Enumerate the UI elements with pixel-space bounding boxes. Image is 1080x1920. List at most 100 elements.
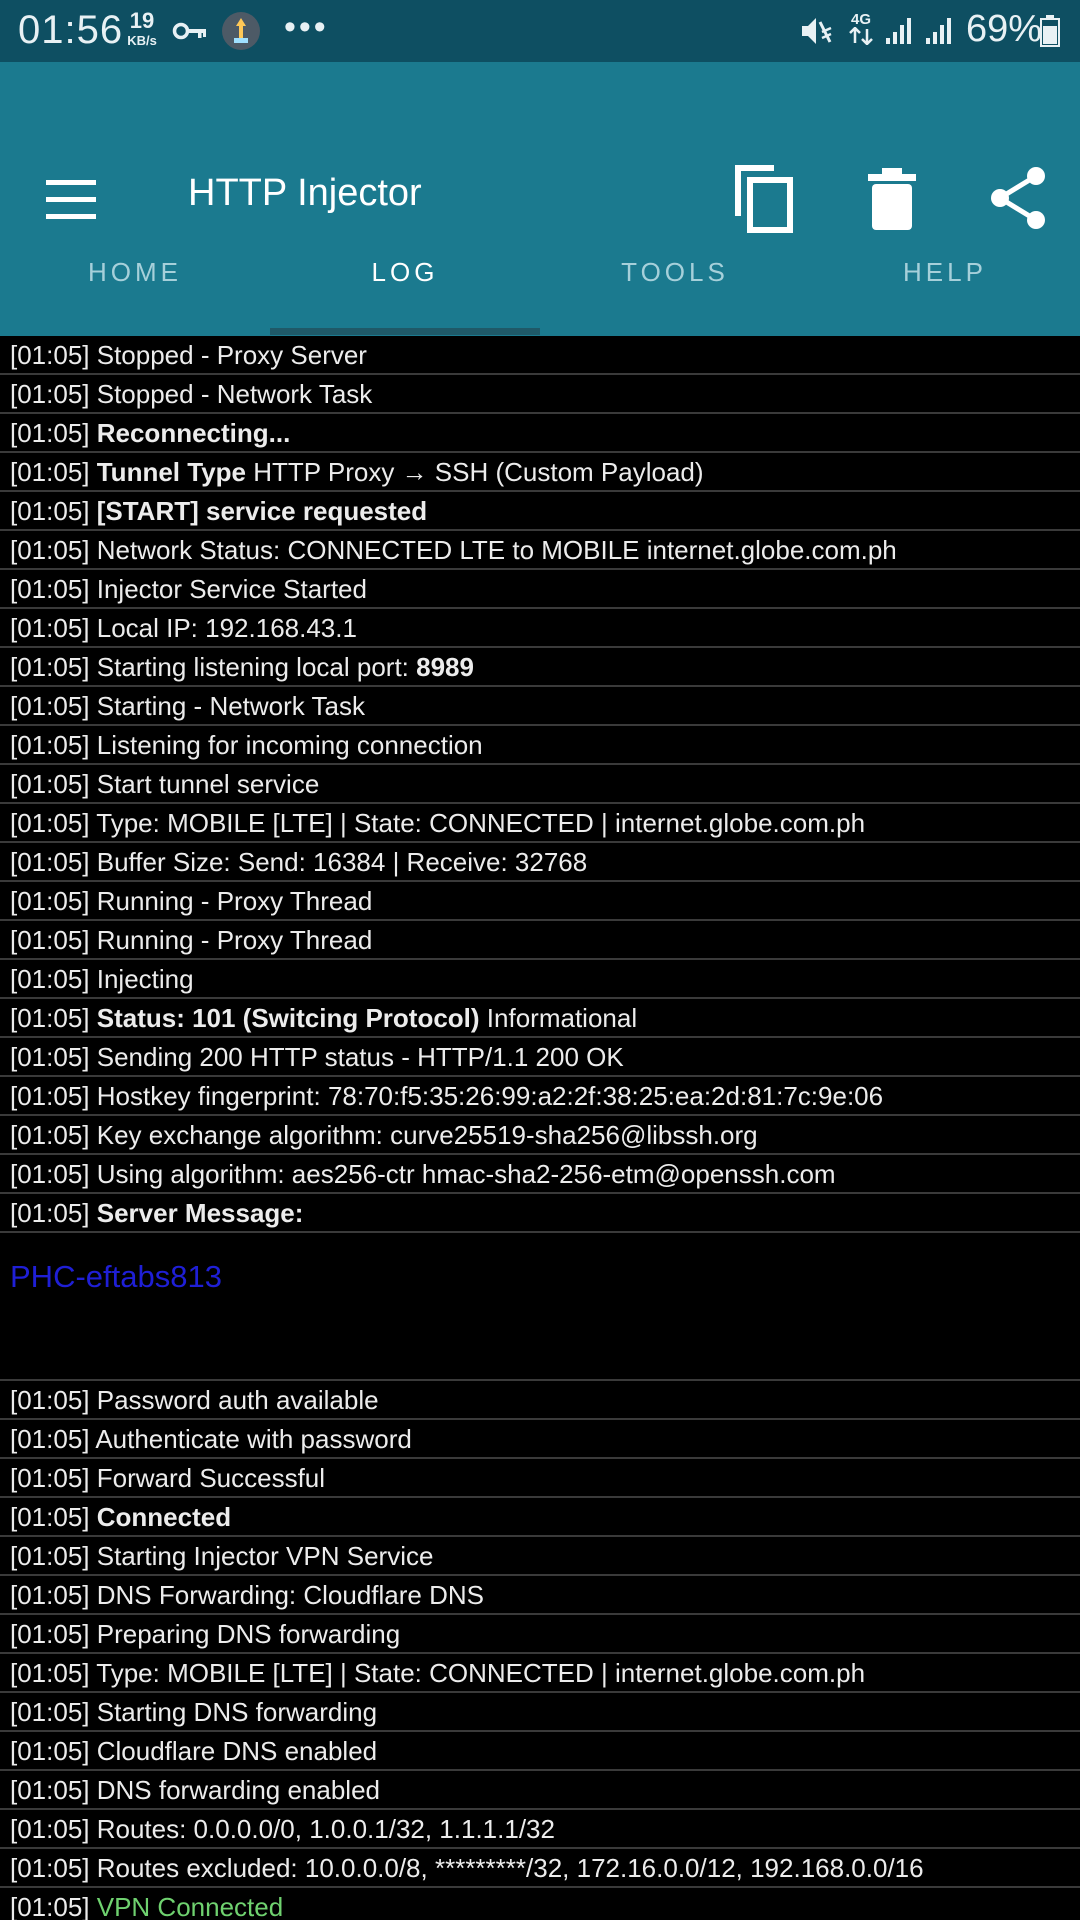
key-icon [172, 22, 206, 40]
log-text: Routes excluded: 10.0.0.0/8, *********/3… [96, 1853, 924, 1883]
menu-button[interactable] [46, 180, 98, 220]
log-timestamp: [01:05] [10, 886, 97, 916]
log-timestamp: [01:05] [10, 457, 97, 487]
trash-icon[interactable] [866, 168, 918, 230]
copy-icon[interactable] [732, 162, 796, 234]
tab-tools[interactable]: TOOLS [540, 236, 810, 336]
log-line: [01:05] Server Message: [0, 1194, 1080, 1233]
log-timestamp: [01:05] [10, 847, 97, 877]
signal-icon [886, 18, 911, 44]
log-line: [01:05] Type: MOBILE [LTE] | State: CONN… [0, 804, 1080, 843]
log-line: [01:05] Stopped - Proxy Server [0, 336, 1080, 375]
log-text: Forward Successful [96, 1463, 326, 1493]
tab-home[interactable]: HOME [0, 236, 270, 336]
log-line: [01:05] [START] service requested [0, 492, 1080, 531]
log-text: Hostkey fingerprint: 78:70:f5:35:26:99:a… [96, 1081, 884, 1111]
log-line: [01:05] Local IP: 192.168.43.1 [0, 609, 1080, 648]
log-line: [01:05] Connected [0, 1498, 1080, 1537]
log-timestamp: [01:05] [10, 1424, 96, 1454]
log-line: [01:05] Cloudflare DNS enabled [0, 1732, 1080, 1771]
log-timestamp: [01:05] [10, 1658, 97, 1688]
log-line: [01:05] Reconnecting... [0, 414, 1080, 453]
log-timestamp: [01:05] [10, 769, 97, 799]
log-line: [01:05] Routes: 0.0.0.0/0, 1.0.0.1/32, 1… [0, 1810, 1080, 1849]
log-line: [01:05] Preparing DNS forwarding [0, 1615, 1080, 1654]
4g-data-icon: 4G [846, 12, 876, 50]
log-timestamp: [01:05] [10, 340, 97, 370]
log-bold-text: Connected [96, 1502, 232, 1532]
data-arrows-icon [849, 26, 873, 46]
log-line: [01:05] DNS Forwarding: Cloudflare DNS [0, 1576, 1080, 1615]
log-line: [01:05] Tunnel Type HTTP Proxy → SSH (Cu… [0, 453, 1080, 492]
log-text: HTTP Proxy → SSH (Custom Payload) [253, 457, 704, 487]
log-timestamp: [01:05] [10, 1853, 97, 1883]
log-timestamp: [01:05] [10, 964, 97, 994]
more-dots-icon: ••• [284, 8, 329, 46]
battery-percent: 69% [966, 8, 1043, 50]
active-tab-indicator [270, 328, 540, 335]
log-timestamp: [01:05] [10, 1502, 97, 1532]
log-line: [01:05] Starting DNS forwarding [0, 1693, 1080, 1732]
log-timestamp: [01:05] [10, 1003, 97, 1033]
log-timestamp: [01:05] [10, 379, 97, 409]
status-time: 01:56 [18, 8, 124, 52]
tab-log[interactable]: LOG [270, 236, 540, 336]
log-line: [01:05] Start tunnel service [0, 765, 1080, 804]
log-text: Starting - Network Task [96, 691, 366, 721]
signal-icon [926, 18, 951, 44]
log-line: [01:05] Sending 200 HTTP status - HTTP/1… [0, 1038, 1080, 1077]
log-text: Stopped - Proxy Server [96, 340, 367, 370]
log-text: DNS Forwarding: Cloudflare DNS [96, 1580, 484, 1610]
log-text: Starting DNS forwarding [96, 1697, 378, 1727]
log-timestamp: [01:05] [10, 1541, 97, 1571]
log-text: Authenticate with password [95, 1424, 412, 1454]
log-text: Key exchange algorithm: curve25519-sha25… [96, 1120, 758, 1150]
net-speed: 19 KB/s [122, 10, 162, 48]
log-timestamp: [01:05] [10, 691, 97, 721]
mute-icon [802, 18, 832, 44]
log-bold-text: Reconnecting... [96, 418, 291, 448]
log-timestamp: [01:05] [10, 1619, 97, 1649]
log-line: [01:05] Key exchange algorithm: curve255… [0, 1116, 1080, 1155]
log-timestamp: [01:05] [10, 613, 97, 643]
log-timestamp: [01:05] [10, 1736, 97, 1766]
log-timestamp: [01:05] [10, 1120, 97, 1150]
log-timestamp: [01:05] [10, 808, 97, 838]
tab-help[interactable]: HELP [810, 236, 1080, 336]
log-timestamp: [01:05] [10, 1198, 97, 1228]
log-text: Running - Proxy Thread [96, 925, 373, 955]
log-line: [01:05] Starting listening local port: 8… [0, 648, 1080, 687]
log-timestamp: [01:05] [10, 574, 97, 604]
log-text: Password auth available [96, 1385, 379, 1415]
log-text: Sending 200 HTTP status - HTTP/1.1 200 O… [96, 1042, 624, 1072]
log-text: Cloudflare DNS enabled [96, 1736, 378, 1766]
log-line: [01:05] Buffer Size: Send: 16384 | Recei… [0, 843, 1080, 882]
log-text: Type: MOBILE [LTE] | State: CONNECTED | … [96, 1658, 866, 1688]
log-text: Using algorithm: aes256-ctr hmac-sha2-25… [96, 1159, 836, 1189]
battery-icon [1040, 15, 1060, 47]
menu-icon [46, 180, 96, 185]
log-text: Starting Injector VPN Service [96, 1541, 434, 1571]
log-text: Starting listening local port: [96, 652, 409, 682]
log-timestamp: [01:05] [10, 730, 97, 760]
log-text: Local IP: 192.168.43.1 [96, 613, 357, 643]
log-line: [01:05] Running - Proxy Thread [0, 921, 1080, 960]
log-timestamp: [01:05] [10, 1775, 97, 1805]
log-timestamp: [01:05] [10, 1892, 97, 1920]
log-line: [01:05] Type: MOBILE [LTE] | State: CONN… [0, 1654, 1080, 1693]
log-timestamp: [01:05] [10, 418, 97, 448]
log-timestamp: [01:05] [10, 1081, 97, 1111]
log-timestamp: [01:05] [10, 1463, 97, 1493]
log-line: [01:05] VPN Connected [0, 1888, 1080, 1920]
log-line: [01:05] Forward Successful [0, 1459, 1080, 1498]
log-line: [01:05] Hostkey fingerprint: 78:70:f5:35… [0, 1077, 1080, 1116]
server-message-text: PHC-eftabs813 [10, 1259, 222, 1294]
log-text: Injecting [96, 964, 194, 994]
log-timestamp: [01:05] [10, 1159, 97, 1189]
share-icon[interactable] [988, 166, 1048, 230]
log-text: Type: MOBILE [LTE] | State: CONNECTED | … [96, 808, 866, 838]
log-text: Listening for incoming connection [96, 730, 483, 760]
log-list[interactable]: [01:05] Stopped - Proxy Server [01:05] St… [0, 336, 1080, 1920]
network-type: 4G [850, 11, 871, 28]
log-text: DNS forwarding enabled [96, 1775, 381, 1805]
